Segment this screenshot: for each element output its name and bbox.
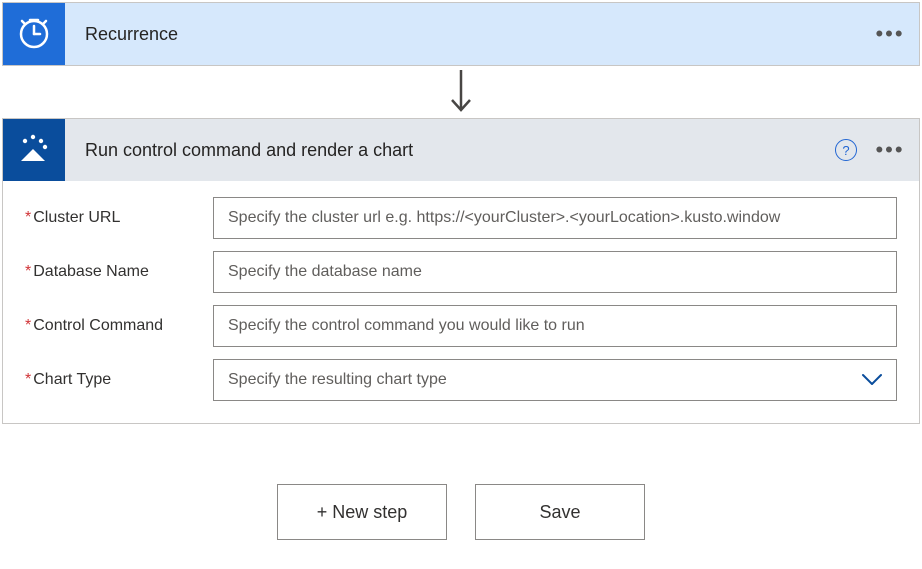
chart-type-select-wrap: Specify the resulting chart type [213,359,897,401]
cluster-url-label-text: Cluster URL [33,209,120,227]
chart-type-row: * Chart Type Specify the resulting chart… [25,359,897,401]
connector-arrow [2,66,920,118]
recurrence-step: Recurrence ••• [2,2,920,66]
control-command-label: * Control Command [25,317,213,335]
action-actions: ? ••• [835,139,905,161]
action-step: Run control command and render a chart ?… [2,118,920,424]
clock-icon [16,16,52,52]
control-command-input[interactable] [213,305,897,347]
database-name-label-text: Database Name [33,263,149,281]
database-name-input[interactable] [213,251,897,293]
required-star: * [25,317,31,335]
recurrence-actions: ••• [875,23,905,45]
control-command-label-text: Control Command [33,317,163,335]
chart-type-label: * Chart Type [25,371,213,389]
action-title: Run control command and render a chart [65,140,835,161]
required-star: * [25,371,31,389]
help-icon[interactable]: ? [835,139,857,161]
chart-type-label-text: Chart Type [33,371,111,389]
new-step-button[interactable]: + New step [277,484,447,540]
more-icon[interactable]: ••• [875,23,905,45]
control-command-row: * Control Command [25,305,897,347]
save-button[interactable]: Save [475,484,645,540]
recurrence-title: Recurrence [65,24,875,45]
recurrence-header[interactable]: Recurrence ••• [3,3,919,65]
recurrence-icon-tile [3,3,65,65]
arrow-down-icon [445,68,477,116]
cluster-url-row: * Cluster URL [25,197,897,239]
cluster-url-label: * Cluster URL [25,209,213,227]
action-header[interactable]: Run control command and render a chart ?… [3,119,919,181]
action-body: * Cluster URL * Database Name * Control … [3,181,919,423]
database-name-row: * Database Name [25,251,897,293]
action-icon-tile [3,119,65,181]
required-star: * [25,209,31,227]
chart-type-select[interactable]: Specify the resulting chart type [213,359,897,401]
database-name-label: * Database Name [25,263,213,281]
button-row: + New step Save [2,484,920,540]
kusto-icon [15,131,53,169]
required-star: * [25,263,31,281]
more-icon[interactable]: ••• [875,139,905,161]
cluster-url-input[interactable] [213,197,897,239]
